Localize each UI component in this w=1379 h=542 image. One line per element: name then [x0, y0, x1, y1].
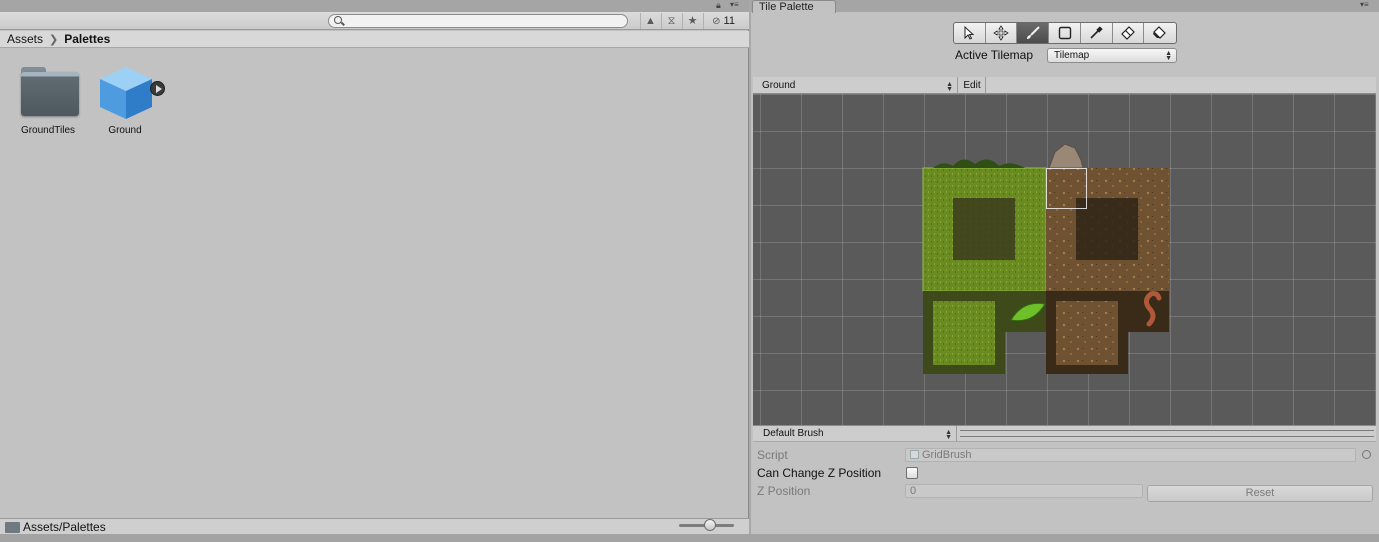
picker-icon — [1090, 26, 1103, 39]
breadcrumb-assets[interactable]: Assets — [7, 32, 43, 46]
object-picker-icon[interactable] — [1362, 450, 1371, 459]
flood-fill-button[interactable] — [1144, 23, 1176, 43]
play-icon[interactable] — [150, 81, 165, 96]
chevron-right-icon: ❯ — [49, 34, 59, 46]
script-value: GridBrush — [922, 449, 972, 461]
paint-brush-icon — [1026, 26, 1040, 39]
z-position-label: Z Position — [757, 484, 811, 498]
favorites-star-icon[interactable]: ★ — [682, 13, 702, 29]
button-label: Reset — [1245, 487, 1275, 499]
panel-menu-icon[interactable]: ▾≡ — [1360, 0, 1369, 10]
filter-by-label-icon[interactable]: ⧖ — [661, 13, 681, 29]
splitter-handle[interactable] — [960, 430, 1374, 437]
grass-tuft-tile — [933, 159, 1025, 168]
updown-arrow-icon: ▲ ▼ — [946, 81, 953, 93]
box-fill-icon — [1058, 26, 1071, 40]
dirt-tile-small — [1056, 301, 1118, 365]
breadcrumb-palettes[interactable]: Palettes — [64, 32, 110, 46]
z-position-field[interactable]: 0 — [905, 484, 1143, 498]
palette-tool-group — [953, 22, 1177, 44]
prefab-cube-icon[interactable] — [96, 65, 156, 121]
grass-tile-center — [953, 198, 1015, 260]
tile-palette-tab-strip: ▾≡ — [751, 0, 1379, 12]
dropdown-value: Default Brush — [763, 428, 824, 439]
reset-button[interactable]: Reset — [1147, 485, 1373, 502]
eraser-button[interactable] — [1113, 23, 1145, 43]
grass-tile-small — [933, 301, 995, 365]
tab-label: Tile Palette — [759, 1, 814, 13]
breadcrumb: Assets ❯ Palettes — [0, 31, 749, 48]
tab-tile-palette[interactable]: Tile Palette — [752, 0, 836, 13]
eraser-icon — [1121, 26, 1135, 40]
hidden-count: 11 — [723, 15, 735, 27]
dropdown-value: Tilemap — [1054, 50, 1090, 61]
select-tool-button[interactable] — [954, 23, 986, 43]
window-bottom-strip — [0, 534, 1379, 542]
status-path: Assets/Palettes — [23, 520, 106, 534]
search-input[interactable] — [328, 14, 628, 28]
flood-fill-icon — [1153, 26, 1167, 39]
box-fill-button[interactable] — [1049, 23, 1081, 43]
folder-icon[interactable] — [21, 67, 79, 116]
script-label: Script — [757, 448, 788, 462]
script-file-icon — [910, 450, 919, 459]
eye-slash-icon: ⊘ — [712, 16, 721, 27]
rock-tile — [1048, 143, 1084, 169]
dirt-tile-center — [1076, 198, 1138, 260]
select-tool-icon — [964, 25, 975, 40]
filter-by-type-icon[interactable]: ▲ — [640, 13, 660, 29]
dropdown-value: Ground — [762, 80, 796, 91]
active-tilemap-dropdown[interactable]: Tilemap ▲ ▼ — [1047, 48, 1177, 63]
picker-button[interactable] — [1081, 23, 1113, 43]
slider-thumb[interactable] — [704, 519, 716, 531]
project-tab-strip: 🔒︎ ▾≡ — [0, 0, 749, 12]
move-tool-button[interactable] — [986, 23, 1018, 43]
z-position-value: 0 — [910, 485, 917, 497]
can-change-z-checkbox[interactable] — [906, 467, 918, 479]
asset-label: Ground — [108, 125, 142, 136]
updown-arrow-icon: ▲ ▼ — [945, 429, 952, 441]
button-label: Edit — [963, 80, 981, 91]
active-tilemap-label: Active Tilemap — [955, 48, 1034, 62]
folder-icon — [5, 522, 20, 533]
script-field[interactable]: GridBrush — [905, 448, 1356, 462]
palette-tiles — [922, 143, 1169, 374]
paint-brush-button[interactable] — [1017, 23, 1050, 43]
hidden-packages-toggle[interactable]: ⊘ 11 — [703, 13, 743, 29]
asset-label: GroundTiles — [20, 125, 76, 136]
search-icon — [334, 16, 342, 24]
project-status-bar: Assets/Palettes — [0, 518, 749, 534]
edit-palette-button[interactable]: Edit — [959, 77, 986, 94]
move-tool-icon — [993, 25, 1009, 41]
palette-dropdown[interactable]: Ground ▲ ▼ — [756, 77, 958, 94]
lock-icon[interactable]: 🔒︎ — [716, 0, 721, 10]
palette-grid[interactable] — [753, 94, 1376, 425]
panel-menu-icon[interactable]: ▾≡ — [730, 0, 739, 10]
can-change-z-label: Can Change Z Position — [757, 466, 882, 480]
updown-arrow-icon: ▲ ▼ — [1165, 50, 1172, 62]
brush-dropdown[interactable]: Default Brush ▲ ▼ — [757, 426, 957, 441]
